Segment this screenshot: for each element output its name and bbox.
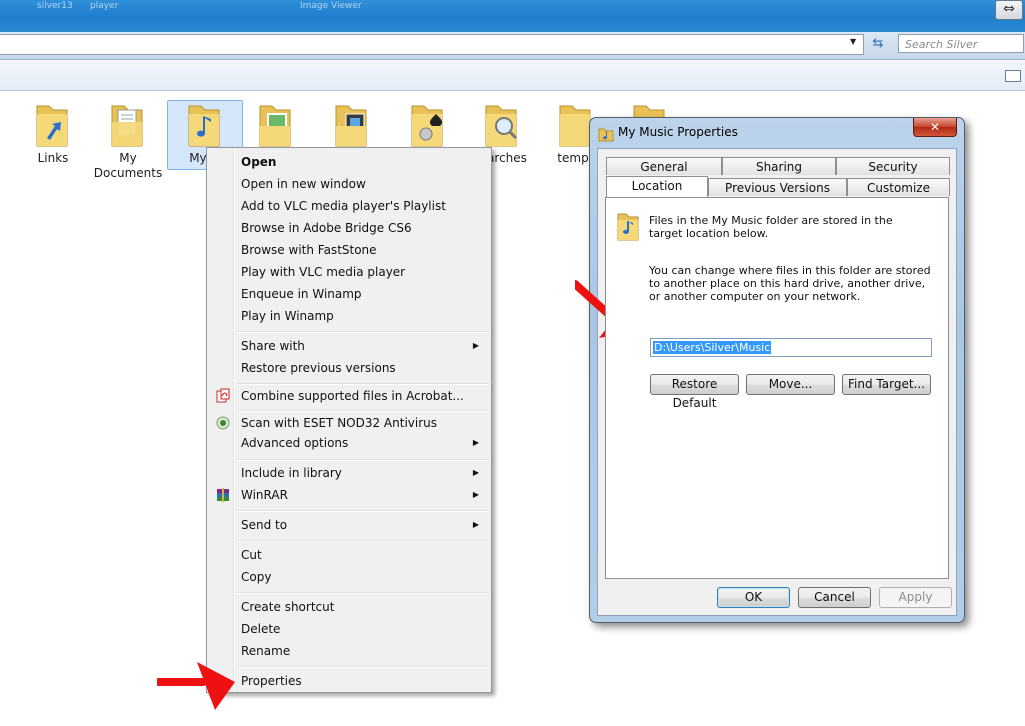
folder-music-icon	[188, 105, 220, 147]
menu-item-restore-versions[interactable]: Restore previous versions	[209, 357, 489, 379]
menu-item-share-with[interactable]: Share with ▶	[209, 335, 489, 357]
command-toolbar	[0, 60, 1025, 91]
menu-separator	[237, 459, 489, 461]
menu-item-winrar[interactable]: WinRAR ▶	[209, 484, 489, 506]
menu-separator	[237, 510, 489, 512]
tab-security[interactable]: Security	[836, 157, 950, 175]
menu-item-open-new-window[interactable]: Open in new window	[209, 173, 489, 195]
move-button[interactable]: Move...	[746, 374, 835, 395]
address-input[interactable]	[0, 34, 864, 55]
preview-pane-icon[interactable]	[1005, 70, 1021, 82]
window-titlebar: silver13 player Image Viewer ⇔	[0, 0, 1025, 32]
menu-item-faststone[interactable]: Browse with FastStone	[209, 239, 489, 261]
submenu-arrow-icon: ▶	[472, 520, 479, 529]
title-fragment: silver13	[37, 1, 73, 11]
folder-music-icon	[598, 128, 614, 142]
menu-item-vlc-playlist[interactable]: Add to VLC media player's Playlist	[209, 195, 489, 217]
title-fragment: Image Viewer	[300, 1, 362, 11]
menu-separator	[237, 540, 489, 542]
folder-documents-icon	[111, 105, 143, 147]
context-menu: Open Open in new window Add to VLC media…	[206, 147, 492, 693]
folder-music-icon	[617, 213, 639, 241]
folder-searches-icon	[485, 105, 518, 147]
menu-item-open[interactable]: Open	[209, 151, 489, 173]
menu-item-rename[interactable]: Rename	[209, 640, 489, 662]
folder-games-icon	[411, 105, 443, 147]
winrar-icon	[217, 488, 229, 502]
menu-item-enqueue-winamp[interactable]: Enqueue in Winamp	[209, 283, 489, 305]
acrobat-icon	[216, 388, 230, 403]
restore-default-button[interactable]: Restore Default	[650, 374, 739, 410]
ok-button[interactable]: OK	[717, 587, 790, 608]
dialog-title: My Music Properties	[618, 125, 738, 139]
folder-item-my-documents[interactable]: My Documents	[92, 100, 164, 181]
search-input[interactable]: Search Silver	[898, 34, 1024, 53]
location-tab-panel: Files in the My Music folder are stored …	[605, 197, 949, 579]
close-button[interactable]: ✕	[913, 118, 957, 137]
apply-button[interactable]: Apply	[879, 587, 952, 608]
submenu-arrow-icon: ▶	[472, 490, 479, 499]
find-target-button[interactable]: Find Target...	[842, 374, 931, 395]
menu-separator	[237, 331, 489, 333]
tab-customize[interactable]: Customize	[847, 178, 950, 196]
location-description: Files in the My Music folder are stored …	[649, 214, 893, 240]
red-arrow-icon	[157, 662, 235, 710]
menu-item-advanced-options[interactable]: Advanced options ▶	[209, 432, 489, 454]
restore-button[interactable]: ⇔	[995, 0, 1023, 20]
tab-sharing[interactable]: Sharing	[722, 157, 836, 175]
menu-item-copy[interactable]: Copy	[209, 566, 489, 588]
menu-item-adobe-bridge[interactable]: Browse in Adobe Bridge CS6	[209, 217, 489, 239]
folder-label: My Documents	[93, 151, 163, 180]
menu-item-create-shortcut[interactable]: Create shortcut	[209, 596, 489, 618]
folder-links-icon	[36, 105, 68, 147]
submenu-arrow-icon: ▶	[472, 341, 479, 350]
address-bar: ▼ ⇆ Search Silver	[0, 32, 1025, 60]
target-path-input[interactable]: D:\Users\Silver\Music	[650, 338, 932, 357]
submenu-arrow-icon: ▶	[472, 438, 479, 447]
refresh-icon[interactable]: ⇆	[867, 35, 889, 53]
title-fragment: player	[90, 1, 119, 11]
menu-item-properties[interactable]: Properties	[209, 670, 489, 692]
cancel-button[interactable]: Cancel	[798, 587, 871, 608]
properties-dialog: My Music Properties ✕ General Sharing Se…	[589, 117, 965, 623]
address-dropdown-icon[interactable]: ▼	[850, 37, 856, 46]
tab-previous-versions[interactable]: Previous Versions	[708, 178, 847, 196]
menu-item-play-vlc[interactable]: Play with VLC media player	[209, 261, 489, 283]
tab-general[interactable]: General	[606, 157, 722, 175]
submenu-arrow-icon: ▶	[472, 468, 479, 477]
location-instructions: You can change where files in this folde…	[649, 264, 931, 303]
dialog-body: General Sharing Security Location Previo…	[597, 148, 957, 616]
tab-location[interactable]: Location	[606, 176, 708, 197]
menu-item-play-winamp[interactable]: Play in Winamp	[209, 305, 489, 327]
menu-item-include-library[interactable]: Include in library ▶	[209, 462, 489, 484]
folder-videos-icon	[335, 105, 367, 147]
eset-icon	[216, 416, 230, 430]
folder-pictures-icon	[259, 105, 291, 147]
menu-separator	[237, 592, 489, 594]
folder-item-pictures[interactable]	[240, 100, 312, 150]
folder-label: Links	[37, 151, 69, 165]
menu-separator	[237, 666, 489, 668]
folder-item-games[interactable]	[392, 100, 464, 150]
path-value: D:\Users\Silver\Music	[653, 341, 772, 354]
menu-item-eset-scan[interactable]: Scan with ESET NOD32 Antivirus	[209, 412, 489, 434]
menu-item-cut[interactable]: Cut	[209, 544, 489, 566]
menu-item-acrobat-combine[interactable]: Combine supported files in Acrobat...	[209, 385, 489, 407]
folder-item-links[interactable]: Links	[17, 100, 89, 166]
menu-item-delete[interactable]: Delete	[209, 618, 489, 640]
menu-item-send-to[interactable]: Send to ▶	[209, 514, 489, 536]
folder-item-videos[interactable]	[316, 100, 388, 150]
